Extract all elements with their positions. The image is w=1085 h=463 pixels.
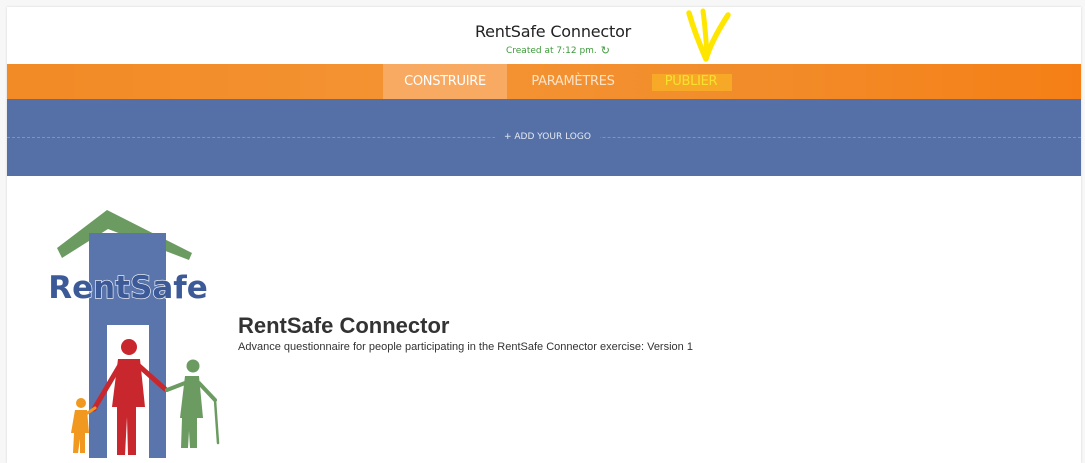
logo-green-figure <box>165 359 220 448</box>
survey-header: RentSafe RentSafe Connector Advance ques… <box>7 176 1081 463</box>
refresh-icon[interactable]: ↻ <box>601 44 610 57</box>
form-title[interactable]: RentSafe Connector <box>7 22 1081 41</box>
save-status-text: Created at 7:12 pm. <box>505 46 597 56</box>
tab-parametres[interactable]: PARAMÈTRES <box>507 64 639 99</box>
annotation-arrow-icon <box>686 8 731 62</box>
save-status: Created at 7:12 pm. ↻ <box>7 44 1081 57</box>
logo-wordmark: RentSafe <box>48 270 208 306</box>
survey-title[interactable]: RentSafe Connector <box>238 313 449 339</box>
logo-band: + ADD YOUR LOGO <box>7 99 1081 176</box>
top-header: RentSafe Connector Created at 7:12 pm. ↻ <box>7 7 1081 64</box>
survey-description[interactable]: Advance questionnaire for people partici… <box>238 341 693 353</box>
tab-construire[interactable]: CONSTRUIRE <box>383 64 507 99</box>
publier-highlight <box>652 74 732 91</box>
rentsafe-logo: RentSafe <box>48 210 220 458</box>
add-logo-button[interactable]: + ADD YOUR LOGO <box>495 129 600 145</box>
form-builder-window: RentSafe Connector Created at 7:12 pm. ↻ … <box>7 7 1081 463</box>
main-nav: CONSTRUIRE PARAMÈTRES PUBLIER <box>7 64 1081 99</box>
